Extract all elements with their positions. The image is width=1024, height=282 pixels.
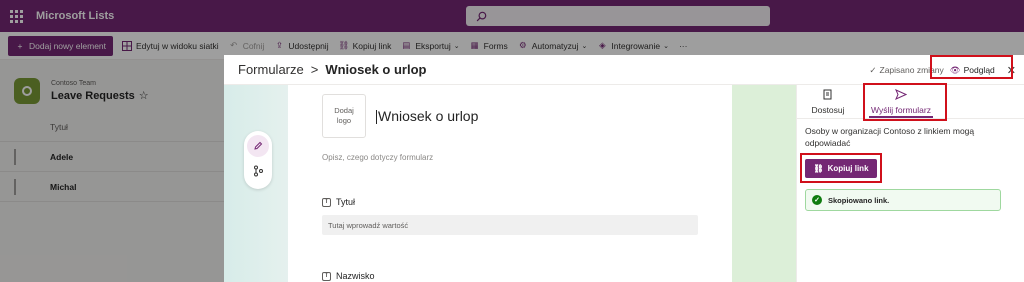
check-circle-icon: ✓: [812, 195, 822, 205]
share-description: Osoby w organizacji Contoso z linkiem mo…: [805, 126, 975, 148]
text-field-icon: T: [322, 271, 331, 281]
success-toast: ✓ Skopiowano link.: [805, 189, 1001, 211]
breadcrumb-current: Wniosek o urlop: [325, 62, 427, 77]
check-icon: ✓: [869, 64, 877, 75]
branching-icon[interactable]: [253, 165, 263, 179]
text-field-icon: T: [322, 197, 331, 207]
panel-header: Formularze > Wniosek o urlop ✓ Zapisano z…: [224, 55, 1024, 85]
edit-pencil-icon[interactable]: [247, 135, 269, 157]
customize-icon: [823, 89, 833, 102]
title-input[interactable]: Tutaj wprowadź wartość: [322, 215, 698, 235]
form-title[interactable]: Wniosek o urlop: [376, 108, 478, 125]
share-pane: Dostosuj Wyślij formularz Osoby w organi…: [796, 83, 1024, 282]
highlight-box: [863, 83, 947, 121]
tab-customize[interactable]: Dostosuj: [797, 85, 859, 118]
form-toolbar: [244, 131, 272, 189]
breadcrumb-separator: >: [310, 62, 319, 77]
form-card: Dodaj logo Wniosek o urlop Opisz, czego …: [288, 85, 732, 282]
highlight-box: [800, 153, 882, 183]
form-canvas: Dodaj logo Wniosek o urlop Opisz, czego …: [224, 85, 796, 282]
field-label-surname: T Nazwisko: [322, 271, 375, 281]
form-description-placeholder[interactable]: Opisz, czego dotyczy formularz: [322, 153, 433, 162]
breadcrumb-forms[interactable]: Formularze: [238, 62, 304, 77]
highlight-box: [930, 55, 1013, 79]
forms-panel: Formularze > Wniosek o urlop ✓ Zapisano z…: [224, 55, 1024, 282]
field-label-title: T Tytuł: [322, 197, 355, 207]
add-logo-button[interactable]: Dodaj logo: [322, 94, 366, 138]
